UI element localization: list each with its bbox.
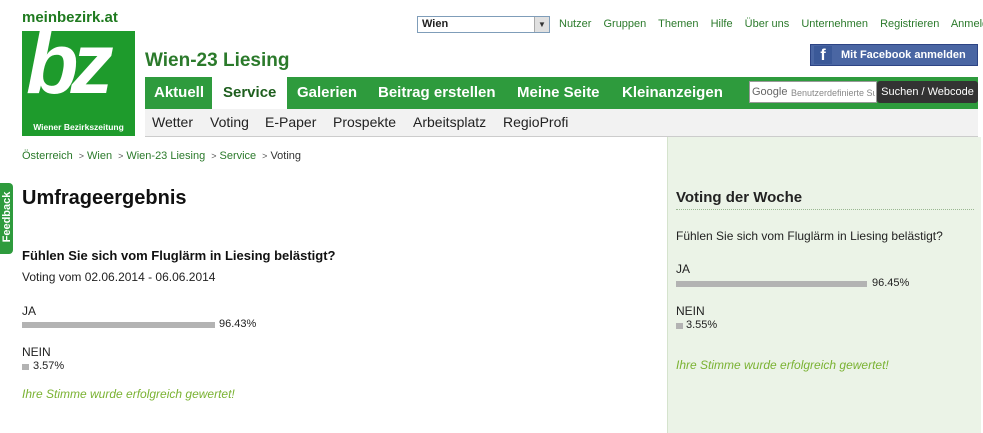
- poll-result-bar: [22, 322, 215, 328]
- sidebar-divider: [676, 209, 974, 210]
- search-input[interactable]: Google Benutzerdefinierte Suche: [749, 81, 877, 103]
- subnav-item-regioprofi[interactable]: RegioProfi: [503, 109, 568, 136]
- sidebar-result-percent: 96.45%: [872, 277, 910, 289]
- feedback-label: Feedback: [1, 191, 13, 243]
- nav-item-beitrag-erstellen[interactable]: Beitrag erstellen: [378, 77, 496, 109]
- breadcrumb: Österreich > Wien > Wien-23 Liesing > Service >…: [22, 150, 301, 162]
- chevron-right-icon: >: [118, 151, 124, 161]
- nav-item-galerien[interactable]: Galerien: [297, 77, 357, 109]
- logo-tagline: Wiener Bezirkszeitung: [33, 122, 124, 132]
- facebook-login-label: Mit Facebook anmelden: [841, 49, 966, 61]
- chevron-right-icon: >: [211, 151, 217, 161]
- breadcrumb-current: Voting: [270, 150, 302, 162]
- search-placeholder: Benutzerdefinierte Suche: [791, 88, 875, 98]
- region-title[interactable]: Wien-23 Liesing: [145, 50, 289, 72]
- breadcrumb-item[interactable]: Wien-23 Liesing: [126, 150, 205, 162]
- top-link-ueber-uns[interactable]: Über uns: [745, 18, 790, 30]
- sidebar-success-message: Ihre Stimme wurde erfolgreich gewertet!: [676, 358, 889, 372]
- top-link-hilfe[interactable]: Hilfe: [711, 18, 733, 30]
- top-nav: Nutzer Gruppen Themen Hilfe Über uns Unt…: [559, 18, 983, 30]
- success-message: Ihre Stimme wurde erfolgreich gewertet!: [22, 387, 235, 401]
- top-link-gruppen[interactable]: Gruppen: [603, 18, 646, 30]
- subnav-item-arbeitsplatz[interactable]: Arbeitsplatz: [413, 109, 486, 136]
- feedback-tab[interactable]: Feedback: [0, 183, 13, 254]
- sidebar-option-label: NEIN: [676, 304, 705, 318]
- top-link-registrieren[interactable]: Registrieren: [880, 18, 939, 30]
- chevron-right-icon: >: [78, 151, 85, 161]
- subnav-item-e-paper[interactable]: E-Paper: [265, 109, 316, 136]
- region-select[interactable]: Wien ▼: [417, 16, 550, 33]
- poll-period: Voting vom 02.06.2014 - 06.06.2014: [22, 270, 216, 284]
- region-select-value: Wien: [422, 18, 449, 30]
- sidebar-result-bar: [676, 323, 683, 329]
- poll-option-label: JA: [22, 304, 37, 318]
- breadcrumb-item[interactable]: Österreich: [22, 150, 73, 162]
- poll-result-percent: 3.57%: [33, 360, 65, 372]
- nav-item-service[interactable]: Service: [212, 77, 288, 109]
- subnav-item-voting[interactable]: Voting: [210, 109, 249, 136]
- facebook-icon: f: [814, 46, 832, 64]
- breadcrumb-item[interactable]: Service: [219, 150, 256, 162]
- top-link-anmelden-label: Anmelden: [950, 18, 983, 30]
- poll-result-percent: 96.43%: [219, 318, 257, 330]
- sidebar-option-label: JA: [676, 262, 691, 276]
- facebook-login-button[interactable]: f Mit Facebook anmelden: [810, 44, 978, 66]
- subnav-item-prospekte[interactable]: Prospekte: [333, 109, 396, 136]
- poll-result-bar: [22, 364, 29, 370]
- nav-item-meine-seite[interactable]: Meine Seite: [517, 77, 600, 109]
- logo-text: bz: [26, 16, 114, 112]
- nav-item-aktuell[interactable]: Aktuell: [154, 77, 204, 109]
- sub-nav: Wetter Voting E-Paper Prospekte Arbeitsp…: [145, 109, 978, 137]
- breadcrumb-item[interactable]: Wien: [87, 150, 112, 162]
- top-link-anmelden[interactable]: Anmelden ▼: [951, 18, 983, 30]
- poll-question: Fühlen Sie sich vom Fluglärm in Liesing …: [22, 248, 336, 263]
- sidebar-result-percent: 3.55%: [686, 319, 718, 331]
- top-link-nutzer[interactable]: Nutzer: [559, 18, 591, 30]
- poll-option-label: NEIN: [22, 345, 51, 359]
- chevron-down-icon[interactable]: ▼: [534, 17, 549, 32]
- top-link-unternehmen[interactable]: Unternehmen: [801, 18, 868, 30]
- page-title: Umfrageergebnis: [22, 187, 187, 209]
- top-link-themen[interactable]: Themen: [658, 18, 698, 30]
- sidebar-poll-question: Fühlen Sie sich vom Fluglärm in Liesing …: [676, 229, 943, 243]
- chevron-right-icon: >: [262, 151, 268, 161]
- google-logo: Google: [752, 86, 788, 98]
- logo[interactable]: bz Wiener Bezirkszeitung: [22, 21, 135, 136]
- nav-item-kleinanzeigen[interactable]: Kleinanzeigen: [622, 77, 723, 109]
- sidebar-result-bar: [676, 281, 867, 287]
- sidebar-title: Voting der Woche: [676, 189, 803, 206]
- search-button[interactable]: Suchen / Webcode: [877, 81, 978, 103]
- subnav-item-wetter[interactable]: Wetter: [152, 109, 193, 136]
